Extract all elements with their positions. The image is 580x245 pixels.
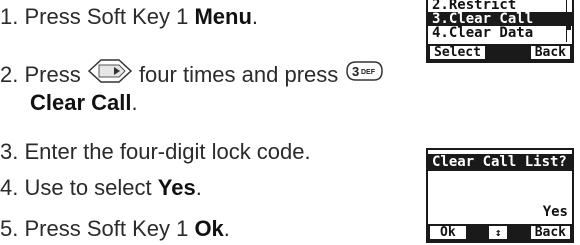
step-keyword: Clear Call: [30, 90, 132, 115]
step-keyword: Ok: [194, 216, 224, 241]
step-4: 4. Use to select Yes.: [0, 175, 202, 200]
step-number: 4.: [0, 175, 25, 200]
svg-text:3: 3: [352, 64, 359, 79]
step-keyword: Menu: [194, 4, 252, 29]
softkey-select[interactable]: Select: [430, 46, 485, 59]
step-text: Enter the four-digit lock code.: [24, 139, 311, 164]
scrollbar-thumb[interactable]: [567, 18, 571, 30]
softkey-back[interactable]: Back: [530, 226, 570, 239]
svg-text:DEF: DEF: [361, 69, 376, 76]
step-number: 5.: [0, 216, 25, 241]
navigation-key-icon: [87, 58, 133, 90]
up-down-arrow-icon[interactable]: ↕: [488, 226, 508, 239]
phone-screen-confirm: Clear Call List? Yes Ok ↕ Back: [426, 148, 574, 243]
menu-item-restrict[interactable]: 2.Restrict: [428, 0, 572, 12]
step-text: four times and press: [132, 61, 345, 87]
dialog-title: Clear Call List?: [428, 154, 572, 171]
step-keyword: Yes: [157, 175, 196, 200]
key-3-def-icon: 3 DEF: [344, 59, 384, 89]
softkey-ok[interactable]: Ok: [430, 226, 466, 239]
step-text: Press: [24, 61, 87, 87]
step-5: 5. Press Soft Key 1 Ok.: [0, 216, 230, 241]
step-number: 1.: [0, 4, 25, 29]
softkey-bar: Ok ↕ Back: [428, 224, 572, 241]
phone-screen-menu: 2.Restrict 3.Clear Call 4.Clear Data Sel…: [426, 0, 574, 63]
softkey-back[interactable]: Back: [530, 46, 570, 59]
step-text: Use to select: [24, 175, 158, 200]
step-1: 1. Press Soft Key 1 Menu.: [0, 4, 259, 29]
softkey-bar: Select Back: [428, 44, 572, 61]
step-2-continued: Clear Call.: [30, 90, 138, 115]
scrollbar[interactable]: [566, 0, 571, 42]
menu-item-clear-data[interactable]: 4.Clear Data: [428, 26, 572, 40]
step-number: 3.: [0, 139, 25, 164]
dialog-option-yes[interactable]: Yes: [543, 204, 568, 220]
menu-item-clear-call[interactable]: 3.Clear Call: [428, 12, 572, 26]
step-2: 2. Press four times and press 3 DEF: [0, 58, 384, 92]
step-text: Press Soft Key 1: [24, 4, 195, 29]
step-number: 2.: [0, 61, 25, 87]
step-text: Press Soft Key 1: [24, 216, 195, 241]
step-3: 3. Enter the four-digit lock code.: [0, 139, 311, 165]
